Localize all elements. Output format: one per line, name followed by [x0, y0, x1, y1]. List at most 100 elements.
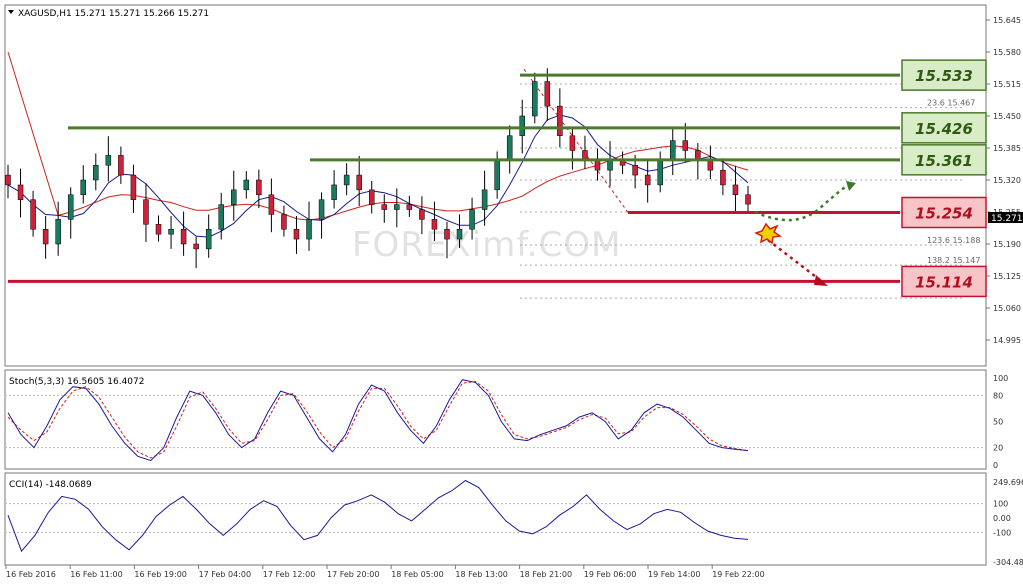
bullish-candle [243, 179, 250, 191]
support-2-label: 15.114 [915, 273, 973, 291]
time-tick-label: 16 Feb 2016 [6, 570, 56, 579]
time-tick-label: 16 Feb 19:00 [134, 570, 186, 579]
bearish-candle [682, 140, 689, 151]
time-tick-label: 17 Feb 12:00 [263, 570, 315, 579]
bearish-candle [42, 228, 49, 245]
bullish-candle [607, 160, 613, 171]
stoch-tick-label: 100 [993, 374, 1008, 383]
stoch-tick-label: 0 [993, 461, 998, 470]
bearish-candle [368, 189, 375, 205]
bearish-candle [557, 105, 563, 136]
bearish-candle [732, 184, 739, 196]
bearish-candle [544, 81, 551, 107]
bearish-candle [155, 224, 162, 235]
time-tick-label: 18 Feb 05:00 [391, 570, 443, 579]
support-1-label: 15.254 [915, 204, 973, 222]
time-tick-label: 18 Feb 13:00 [455, 570, 507, 579]
bearish-candle [256, 179, 262, 196]
bearish-candle [180, 228, 187, 245]
bullish-candle [343, 174, 350, 186]
bullish-candle [93, 164, 99, 181]
cci-title: CCI(14) -148.0689 [9, 480, 92, 490]
price-tick-label: 15.125 [993, 272, 1021, 281]
resistance-1-label: 15.533 [915, 67, 973, 85]
bearish-candle [268, 194, 275, 215]
bullish-candle [231, 189, 237, 205]
bullish-candle [669, 140, 676, 161]
time-tick-label: 18 Feb 21:00 [520, 570, 572, 579]
bullish-candle [331, 184, 337, 200]
stoch-pane-frame [4, 369, 987, 470]
resistance-3-label: 15.361 [915, 152, 973, 170]
price-tick-label: 15.385 [993, 144, 1021, 153]
bearish-candle [644, 174, 651, 186]
bearish-candle [419, 209, 425, 220]
resistance-2-label: 15.426 [915, 120, 973, 138]
bullish-candle [205, 228, 212, 250]
cci-pane-frame [4, 472, 987, 566]
price-tick-label: 15.190 [993, 240, 1021, 249]
time-tick-label: 16 Feb 11:00 [70, 570, 122, 579]
price-tick-label: 15.580 [993, 48, 1021, 57]
bullish-candle [218, 204, 224, 230]
bullish-candle [67, 194, 74, 220]
price-tick-label: 15.450 [993, 112, 1021, 121]
cci-tick-label: -304.489 [993, 558, 1023, 567]
current-price-label: 15.271 [991, 214, 1023, 224]
bearish-candle [293, 228, 300, 240]
price-tick-label: 14.995 [993, 336, 1021, 345]
bearish-candle [143, 199, 149, 225]
price-tick-label: 15.515 [993, 80, 1021, 89]
bullish-candle [494, 160, 500, 191]
bullish-candle [519, 115, 525, 136]
cci-tick-label: 249.696 [993, 478, 1023, 487]
bearish-candle [17, 184, 24, 200]
bearish-candle [720, 169, 726, 186]
bearish-candle [356, 174, 362, 191]
bullish-candle [481, 189, 488, 210]
bearish-candle [130, 174, 137, 200]
bullish-candle [394, 204, 400, 210]
time-tick-label: 19 Feb 22:00 [712, 570, 764, 579]
cci-tick-label: -100 [993, 528, 1011, 537]
bearish-candle [632, 164, 638, 176]
cci-tick-label: 100 [993, 500, 1008, 509]
symbol-header: XAGUSD,H1 15.271 15.271 15.266 15.271 [18, 9, 209, 19]
bullish-candle [105, 155, 112, 166]
bullish-candle [55, 219, 61, 245]
chart-window: FOREXimf.COM 23.6 15.467 123.6 15.188 138.… [0, 0, 1023, 586]
chart-svg: FOREXimf.COM 23.6 15.467123.6 15.188138.… [4, 4, 1023, 579]
cci-tick-label: 0.00 [993, 514, 1011, 523]
time-tick-label: 19 Feb 06:00 [584, 570, 636, 579]
bearish-candle [707, 160, 714, 171]
bullish-candle [657, 160, 663, 186]
time-tick-label: 19 Feb 14:00 [648, 570, 700, 579]
stoch-title: Stoch(5,3,3) 16.5605 16.4072 [9, 377, 144, 387]
bearish-candle [444, 228, 450, 240]
stoch-tick-label: 80 [993, 391, 1003, 400]
bullish-candle [532, 81, 538, 117]
bearish-candle [594, 160, 601, 171]
bearish-candle [118, 155, 124, 176]
bearish-candle [406, 204, 413, 210]
time-tick-label: 17 Feb 20:00 [327, 570, 379, 579]
fib-level-label: 23.6 15.467 [927, 99, 975, 108]
bullish-candle [469, 209, 475, 230]
price-tick-label: 15.060 [993, 304, 1021, 313]
bullish-candle [506, 135, 513, 161]
bullish-candle [306, 219, 312, 240]
bearish-candle [281, 214, 287, 230]
bullish-candle [168, 228, 174, 235]
price-tick-label: 15.320 [993, 176, 1021, 185]
bearish-candle [381, 204, 388, 210]
bullish-candle [318, 199, 325, 220]
bearish-candle [30, 199, 36, 230]
bearish-candle [569, 135, 576, 151]
stoch-tick-label: 20 [993, 444, 1003, 453]
bullish-candle [80, 179, 87, 196]
bearish-candle [431, 219, 438, 230]
stoch-tick-label: 50 [993, 418, 1003, 427]
bullish-candle [456, 228, 463, 240]
fib-level-label: 123.6 15.188 [927, 236, 980, 245]
time-tick-label: 17 Feb 04:00 [199, 570, 251, 579]
